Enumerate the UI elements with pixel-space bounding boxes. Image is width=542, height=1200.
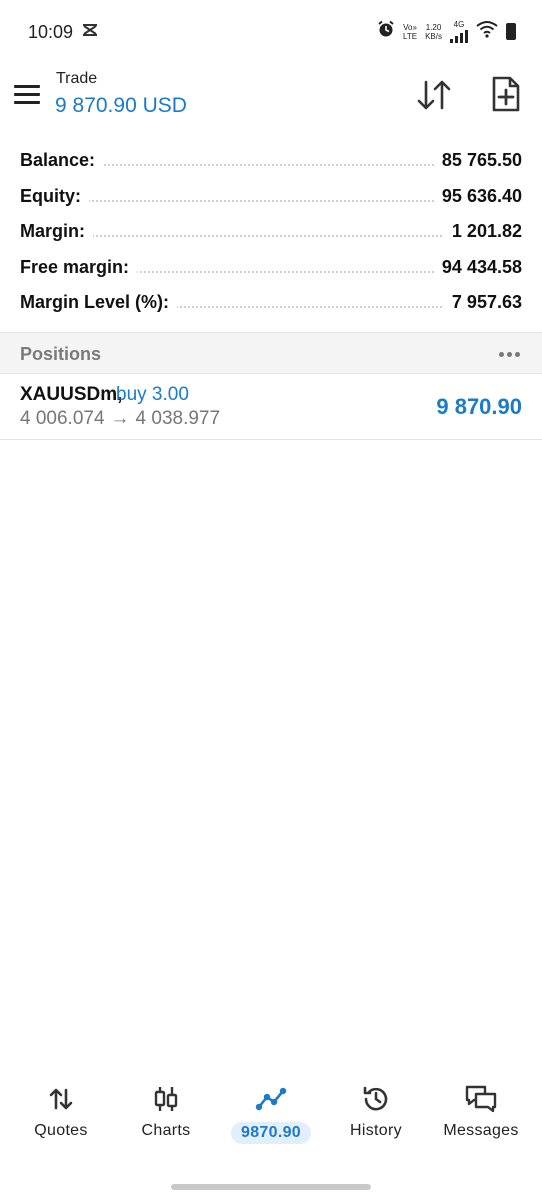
nav-charts[interactable]: Charts: [111, 1072, 221, 1152]
margin-level-value: 7 957.63: [443, 292, 522, 313]
network-speed: 1.20 KB/s: [425, 23, 442, 41]
summary-row-margin-level: Margin Level (%): 7 957.63: [0, 286, 542, 322]
chat-bubbles-icon: [465, 1085, 497, 1113]
balance-value: 85 765.50: [433, 150, 522, 171]
volte-indicator: Vo» LTE: [403, 23, 417, 41]
sort-arrows-icon: [417, 80, 451, 110]
position-prices: 4 006.074 → 4 038.977: [20, 408, 220, 430]
battery-icon: [506, 23, 516, 40]
margin-value: 1 201.82: [443, 221, 522, 242]
position-row[interactable]: XAUUSDm, buy 3.00 4 006.074 → 4 038.977 …: [0, 374, 542, 440]
nav-history[interactable]: History: [321, 1072, 431, 1152]
current-price: 4 038.977: [135, 408, 221, 429]
nav-charts-label: Charts: [141, 1122, 191, 1139]
signal-bars-icon: [450, 29, 468, 43]
free-margin-value: 94 434.58: [433, 256, 522, 278]
open-price: 4 006.074: [20, 408, 105, 429]
history-clock-icon: [363, 1086, 388, 1111]
bottom-navigation: Quotes Charts 9870.90 History Messages: [0, 1072, 542, 1162]
summary-row-margin: Margin: 1 201.82: [0, 215, 542, 251]
account-profit-summary: 9 870.90 USD: [55, 94, 187, 117]
nav-quotes-label: Quotes: [34, 1122, 88, 1139]
balance-label: Balance:: [20, 150, 104, 171]
network-type: 4G: [453, 20, 465, 29]
more-options-icon[interactable]: [499, 352, 520, 357]
nav-quotes[interactable]: Quotes: [6, 1072, 116, 1152]
nav-messages-label: Messages: [443, 1122, 519, 1139]
summary-row-balance: Balance: 85 765.50: [0, 144, 542, 180]
account-summary: Balance: 85 765.50 Equity: 95 636.40 Mar…: [0, 144, 542, 322]
trade-line-icon: [255, 1087, 287, 1111]
position-symbol: XAUUSDm,: [20, 384, 123, 405]
equity-label: Equity:: [20, 185, 89, 207]
nav-trade[interactable]: 9870.90: [216, 1072, 326, 1152]
free-margin-label: Free margin:: [20, 256, 138, 278]
nav-messages[interactable]: Messages: [426, 1072, 536, 1152]
status-time: 10:09: [28, 22, 74, 42]
summary-row-equity: Equity: 95 636.40: [0, 180, 542, 216]
speed-unit: KB/s: [425, 31, 442, 41]
positions-section-header: Positions: [0, 332, 542, 374]
capcut-notification-icon: [80, 20, 100, 45]
price-arrow-icon: →: [110, 408, 130, 429]
status-bar: 10:09 Vo» LTE 1.20 KB/s 4G: [0, 0, 542, 66]
menu-button[interactable]: [14, 84, 42, 106]
volte-top-text: Vo»: [403, 22, 417, 32]
margin-label: Margin:: [20, 221, 93, 242]
app-header: Trade 9 870.90 USD: [0, 66, 542, 132]
signal-indicator: 4G: [450, 20, 468, 43]
position-profit: 9 870.90: [436, 394, 522, 419]
page-title: Trade: [56, 70, 98, 87]
nav-history-label: History: [350, 1122, 402, 1139]
margin-level-label: Margin Level (%):: [20, 292, 178, 313]
position-side-volume: buy 3.00: [116, 384, 189, 405]
summary-row-free-margin: Free margin: 94 434.58: [0, 251, 542, 287]
candlestick-icon: [154, 1087, 178, 1111]
nav-trade-label: 9870.90: [231, 1122, 311, 1144]
equity-value: 95 636.40: [433, 185, 522, 207]
wifi-icon: [476, 20, 498, 43]
status-icons: Vo» LTE 1.20 KB/s 4G: [377, 20, 516, 43]
sort-button[interactable]: [414, 78, 454, 112]
home-indicator[interactable]: [171, 1184, 371, 1190]
new-order-button[interactable]: [486, 74, 526, 114]
alarm-icon: [377, 20, 395, 43]
volte-bottom-text: LTE: [403, 31, 418, 41]
new-document-icon: [492, 76, 520, 112]
speed-value: 1.20: [425, 22, 442, 32]
positions-title: Positions: [20, 344, 102, 364]
quotes-arrows-icon: [49, 1088, 73, 1110]
